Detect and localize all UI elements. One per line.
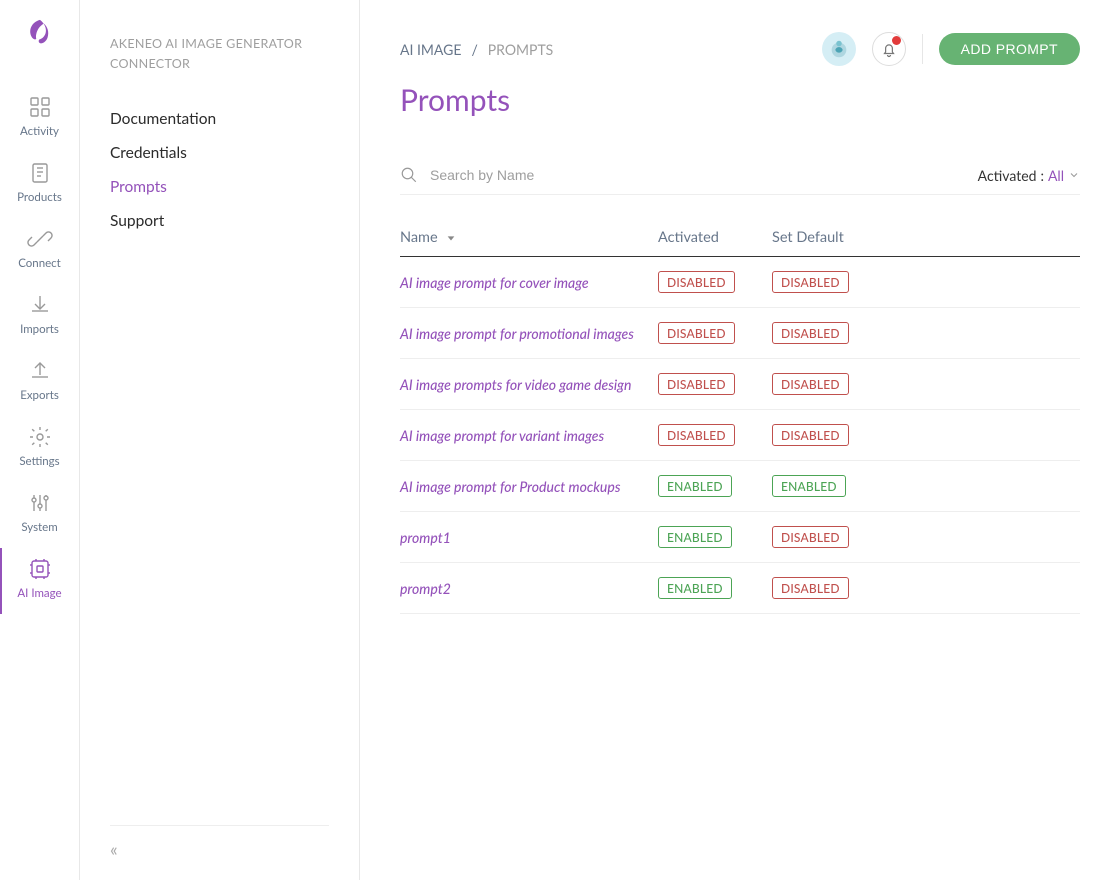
notifications-bell[interactable] bbox=[872, 32, 906, 66]
table-row[interactable]: AI image prompt for cover imageDISABLEDD… bbox=[400, 257, 1080, 308]
table-head: Name Activated Set Default bbox=[400, 229, 1080, 257]
page-title: Prompts bbox=[400, 82, 1080, 118]
sort-desc-icon bbox=[446, 233, 456, 243]
default-badge: DISABLED bbox=[772, 322, 849, 344]
breadcrumb-current: PROMPTS bbox=[488, 41, 554, 58]
breadcrumb: AI IMAGE / PROMPTS bbox=[400, 41, 553, 58]
chevron-down-icon bbox=[1068, 169, 1080, 181]
prompt-name[interactable]: AI image prompts for video game design bbox=[400, 376, 658, 393]
rail-item-imports[interactable]: Imports bbox=[0, 284, 79, 350]
collapse-icon[interactable]: « bbox=[110, 838, 118, 860]
subnav: AKENEO AI IMAGE GENERATOR CONNECTOR Docu… bbox=[80, 0, 360, 880]
table-row[interactable]: AI image prompt for Product mockupsENABL… bbox=[400, 461, 1080, 512]
rail-label: System bbox=[21, 521, 57, 534]
prompt-name[interactable]: AI image prompt for promotional images bbox=[400, 325, 658, 342]
add-prompt-button[interactable]: ADD PROMPT bbox=[939, 33, 1080, 65]
rail-item-settings[interactable]: Settings bbox=[0, 416, 79, 482]
rail-item-products[interactable]: Products bbox=[0, 152, 79, 218]
rail-item-system[interactable]: System bbox=[0, 482, 79, 548]
rail-label: Products bbox=[17, 191, 62, 204]
activated-badge: DISABLED bbox=[658, 271, 735, 293]
default-badge: ENABLED bbox=[772, 475, 846, 497]
akeneo-logo[interactable] bbox=[25, 18, 55, 52]
divider bbox=[922, 34, 923, 64]
table-row[interactable]: AI image prompt for variant imagesDISABL… bbox=[400, 410, 1080, 461]
prompt-name[interactable]: AI image prompt for cover image bbox=[400, 274, 658, 291]
activated-badge: ENABLED bbox=[658, 577, 732, 599]
rail-label: Activity bbox=[20, 125, 59, 138]
rail-item-ai-image[interactable]: AI Image bbox=[0, 548, 78, 614]
prompt-name[interactable]: AI image prompt for Product mockups bbox=[400, 478, 658, 495]
main-content: AI IMAGE / PROMPTS ADD PROMPT Prompts bbox=[360, 0, 1120, 880]
notification-dot bbox=[892, 36, 901, 45]
prompt-name[interactable]: prompt1 bbox=[400, 529, 658, 546]
table-row[interactable]: AI image prompts for video game designDI… bbox=[400, 359, 1080, 410]
activated-badge: ENABLED bbox=[658, 475, 732, 497]
table-row[interactable]: prompt2ENABLED DISABLED bbox=[400, 563, 1080, 614]
default-badge: DISABLED bbox=[772, 526, 849, 548]
rail-label: Exports bbox=[20, 389, 59, 402]
rail-label: Settings bbox=[19, 455, 59, 468]
subnav-title: AKENEO AI IMAGE GENERATOR CONNECTOR bbox=[110, 34, 329, 74]
default-badge: DISABLED bbox=[772, 577, 849, 599]
subnav-link-documentation[interactable]: Documentation bbox=[110, 102, 329, 136]
col-name[interactable]: Name bbox=[400, 229, 658, 246]
activated-badge: DISABLED bbox=[658, 373, 735, 395]
rail-item-exports[interactable]: Exports bbox=[0, 350, 79, 416]
breadcrumb-root[interactable]: AI IMAGE bbox=[400, 41, 461, 58]
rail-label: Imports bbox=[20, 323, 59, 336]
prompt-name[interactable]: AI image prompt for variant images bbox=[400, 427, 658, 444]
icon-rail: Activity Products Connect Imports Export… bbox=[0, 0, 80, 880]
col-default: Set Default bbox=[772, 229, 844, 246]
default-badge: DISABLED bbox=[772, 271, 849, 293]
default-badge: DISABLED bbox=[772, 424, 849, 446]
prompt-name[interactable]: prompt2 bbox=[400, 580, 658, 597]
activated-filter[interactable]: Activated : All bbox=[978, 167, 1080, 184]
table-row[interactable]: prompt1ENABLED DISABLED bbox=[400, 512, 1080, 563]
col-activated: Activated bbox=[658, 229, 772, 246]
rail-item-activity[interactable]: Activity bbox=[0, 86, 79, 152]
activated-badge: ENABLED bbox=[658, 526, 732, 548]
activated-badge: DISABLED bbox=[658, 322, 735, 344]
rail-label: Connect bbox=[18, 257, 61, 270]
avatar[interactable] bbox=[822, 32, 856, 66]
rail-item-connect[interactable]: Connect bbox=[0, 218, 79, 284]
table-body: AI image prompt for cover imageDISABLEDD… bbox=[400, 257, 1080, 614]
search-input[interactable] bbox=[430, 167, 690, 183]
rail-label: AI Image bbox=[17, 587, 61, 600]
activated-badge: DISABLED bbox=[658, 424, 735, 446]
search-icon bbox=[400, 166, 418, 184]
subnav-link-support[interactable]: Support bbox=[110, 204, 329, 238]
table-row[interactable]: AI image prompt for promotional imagesDI… bbox=[400, 308, 1080, 359]
subnav-link-prompts[interactable]: Prompts bbox=[110, 170, 329, 204]
default-badge: DISABLED bbox=[772, 373, 849, 395]
subnav-link-credentials[interactable]: Credentials bbox=[110, 136, 329, 170]
